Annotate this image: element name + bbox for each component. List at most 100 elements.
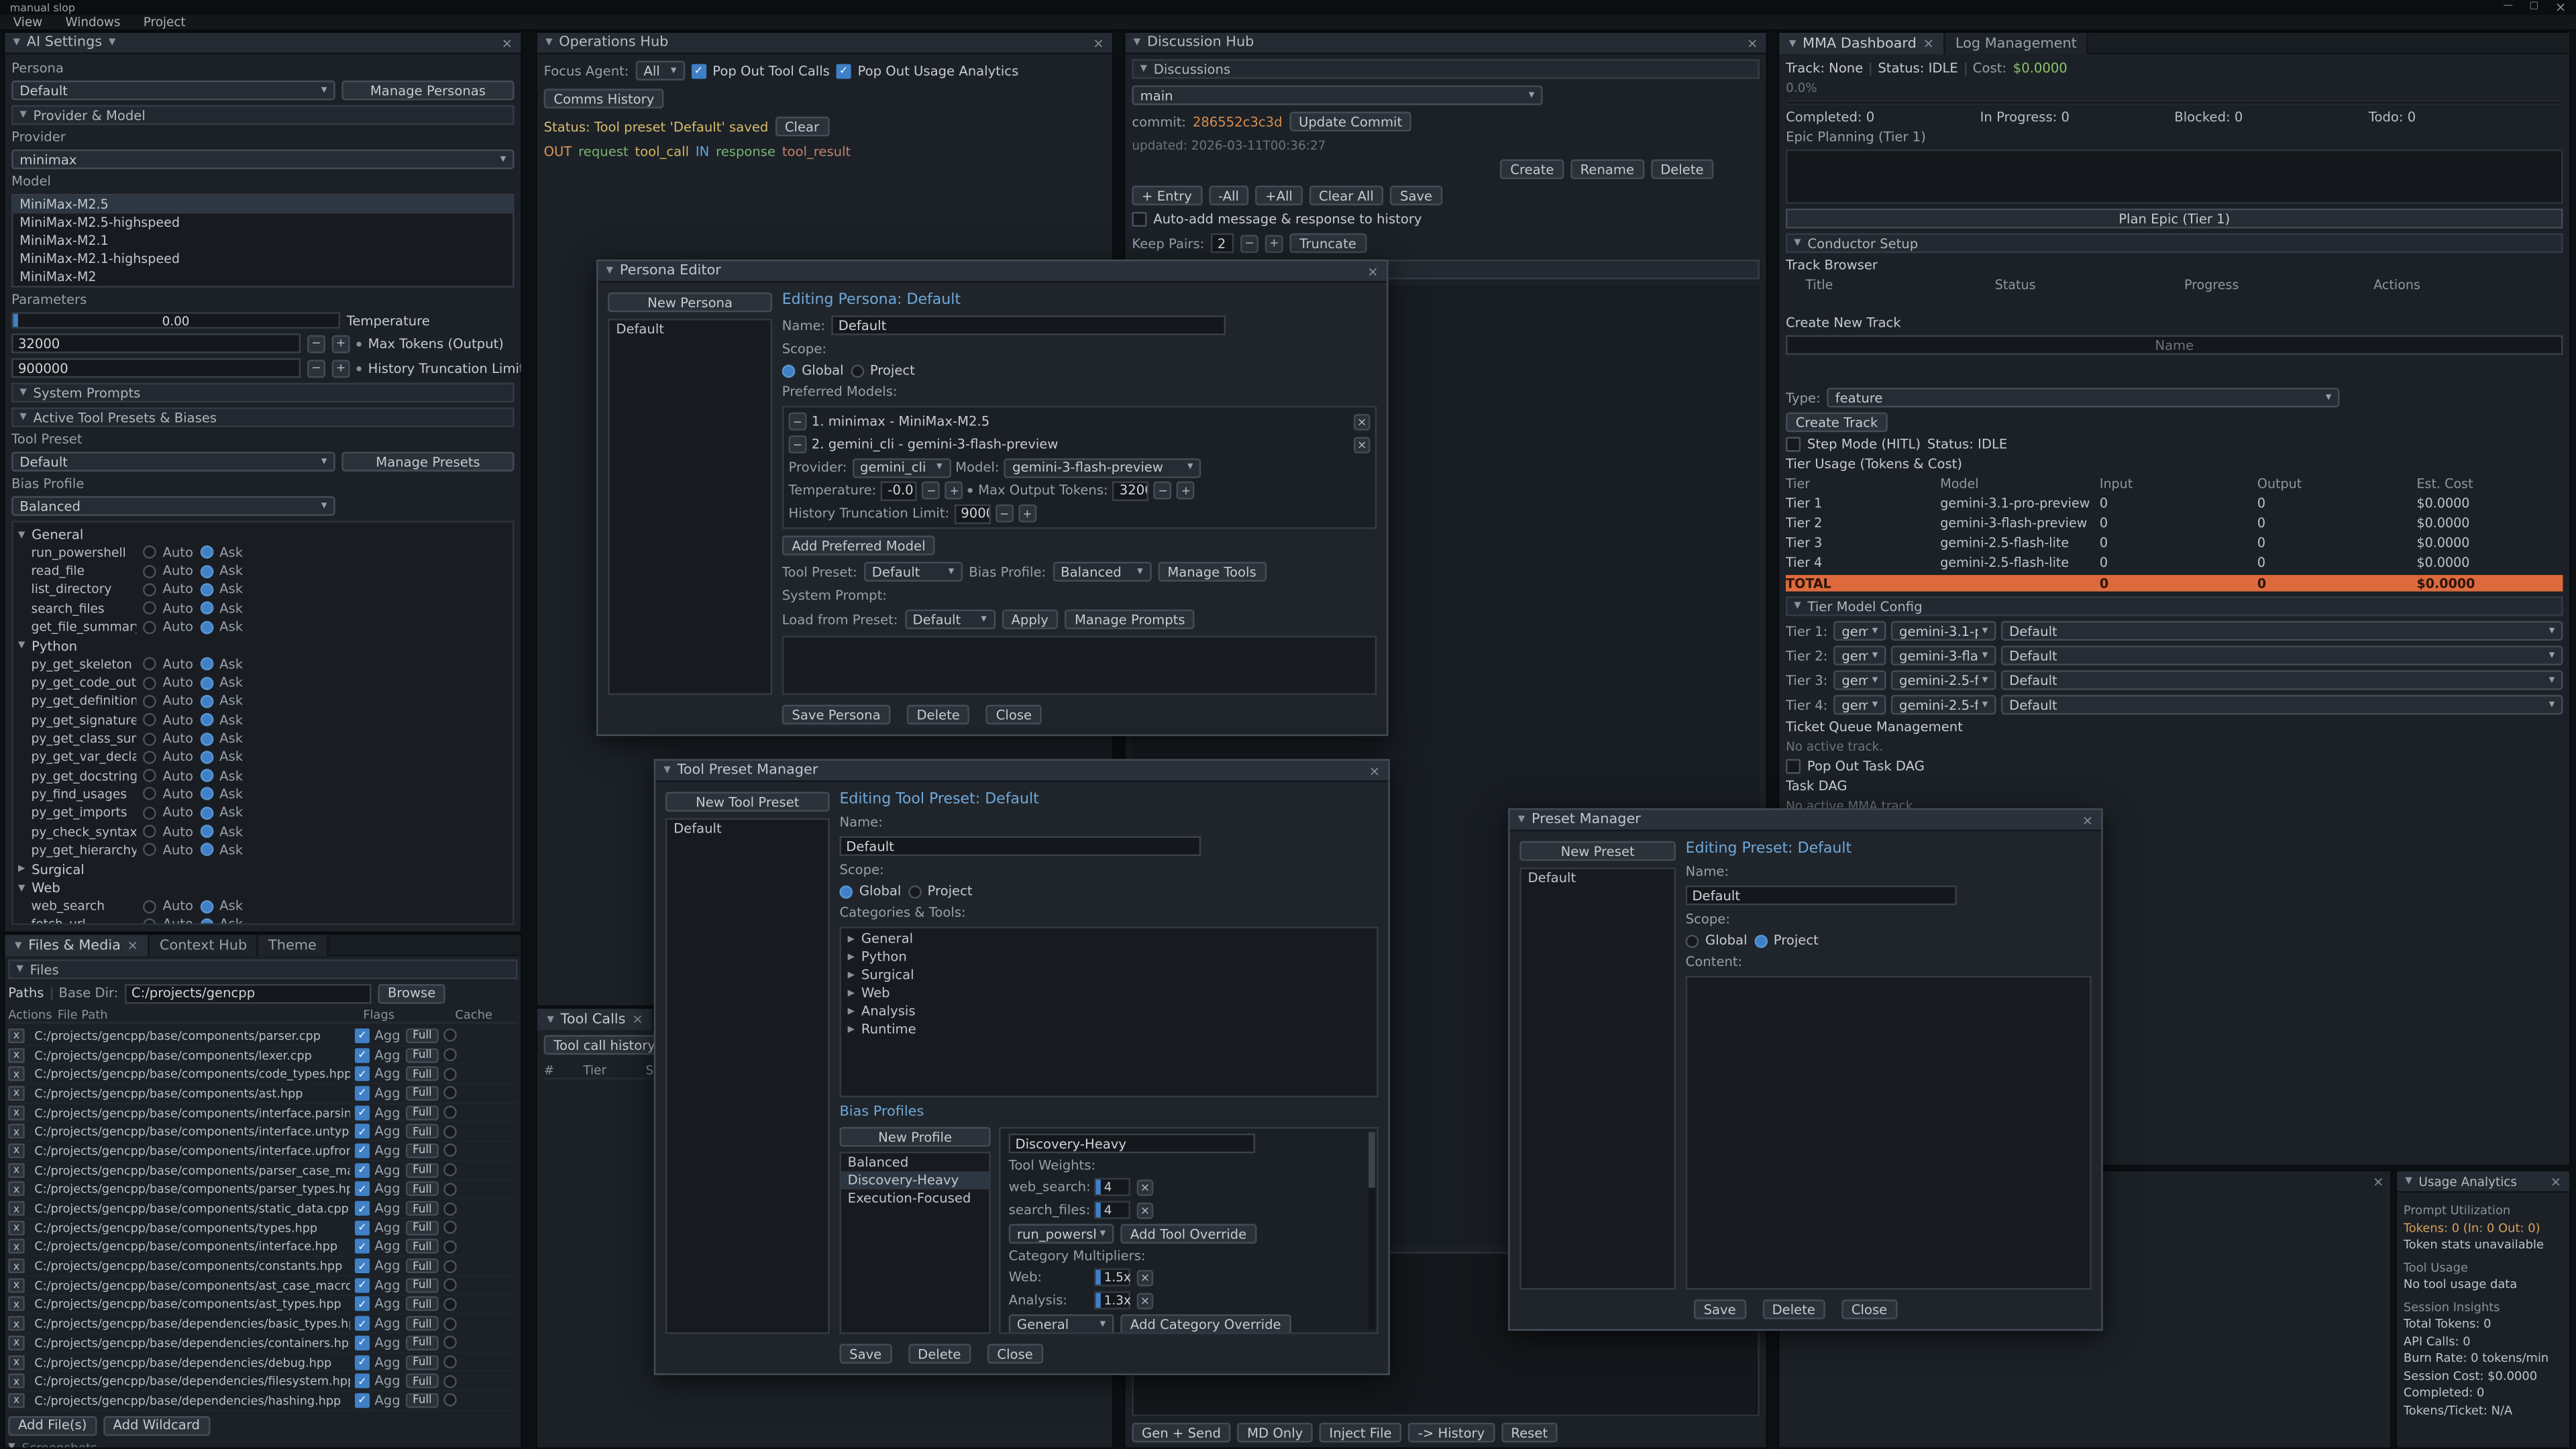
load-preset-select[interactable]: Default: [904, 610, 995, 629]
remove-file-button[interactable]: [8, 1028, 24, 1043]
tab-context-hub[interactable]: Context Hub: [150, 934, 258, 956]
model-list-item[interactable]: MiniMax-M2.1: [13, 231, 513, 250]
collapse-icon[interactable]: [2405, 1176, 2412, 1186]
cache-radio[interactable]: [443, 1163, 457, 1177]
close-panel-icon[interactable]: [502, 36, 513, 50]
provider-model-section[interactable]: Provider & Model: [11, 105, 514, 125]
bias-profile-select[interactable]: Balanced: [1053, 562, 1151, 582]
auto-radio[interactable]: [143, 769, 156, 783]
add-tool-override-button[interactable]: Add Tool Override: [1120, 1224, 1256, 1244]
ask-radio[interactable]: [200, 806, 213, 820]
full-button[interactable]: Full: [406, 1258, 439, 1273]
tool-override-select[interactable]: run_powershell: [1009, 1224, 1114, 1244]
cache-radio[interactable]: [443, 1202, 457, 1216]
max-tokens-input[interactable]: 32000: [11, 333, 301, 353]
ai-settings-header[interactable]: AI Settings: [5, 33, 521, 54]
tier-model-select[interactable]: gemini-3.1-pro-preview: [1891, 621, 1996, 641]
full-button[interactable]: Full: [406, 1316, 439, 1331]
tab-mma-dashboard[interactable]: MMA Dashboard: [1779, 33, 1945, 54]
remove-file-button[interactable]: [8, 1374, 24, 1389]
full-button[interactable]: Full: [406, 1393, 439, 1408]
scrollbar-thumb[interactable]: [1368, 1132, 1375, 1187]
reset-button[interactable]: Reset: [1501, 1423, 1558, 1442]
remove-file-button[interactable]: [8, 1047, 24, 1062]
agg-checkbox[interactable]: [355, 1278, 370, 1293]
conductor-setup-section[interactable]: Conductor Setup: [1786, 233, 2563, 253]
remove-file-button[interactable]: [8, 1124, 24, 1139]
agg-checkbox[interactable]: [355, 1393, 370, 1408]
increment-button[interactable]: [1265, 234, 1283, 252]
minimize-icon[interactable]: [2503, 0, 2513, 15]
auto-radio[interactable]: [143, 658, 156, 672]
ask-radio[interactable]: [200, 658, 213, 672]
category-row[interactable]: Web: [848, 985, 1371, 1001]
truncate-button[interactable]: Truncate: [1290, 233, 1366, 253]
ask-radio[interactable]: [200, 695, 213, 708]
remove-file-button[interactable]: [8, 1240, 24, 1254]
agg-checkbox[interactable]: [355, 1086, 370, 1101]
decrement-button[interactable]: [922, 482, 941, 500]
ask-radio[interactable]: [200, 621, 213, 634]
ask-radio[interactable]: [200, 918, 213, 925]
bias-profile-item[interactable]: Discovery-Heavy: [841, 1171, 989, 1189]
remove-file-button[interactable]: [8, 1086, 24, 1101]
remove-file-button[interactable]: [8, 1105, 24, 1120]
cache-radio[interactable]: [443, 1029, 457, 1042]
browse-button[interactable]: Browse: [378, 983, 445, 1003]
ask-radio[interactable]: [200, 825, 213, 839]
keep-pairs-input[interactable]: 2: [1211, 233, 1234, 253]
ask-radio[interactable]: [200, 769, 213, 783]
ask-radio[interactable]: [200, 676, 213, 690]
remove-file-button[interactable]: [8, 1201, 24, 1216]
tier-model-select[interactable]: gemini-2.5-flash-lite: [1891, 695, 1996, 714]
scope-project-radio[interactable]: [908, 885, 921, 898]
delete-tool-preset-button[interactable]: Delete: [908, 1344, 971, 1363]
auto-radio[interactable]: [143, 751, 156, 764]
full-button[interactable]: Full: [406, 1105, 439, 1120]
cache-radio[interactable]: [443, 1298, 457, 1311]
remove-multiplier-icon[interactable]: [1137, 1292, 1153, 1308]
full-button[interactable]: Full: [406, 1297, 439, 1311]
auto-radio[interactable]: [143, 546, 156, 559]
tier-preset-select[interactable]: Default: [2001, 670, 2563, 690]
model-list-item[interactable]: MiniMax-M2.5-highspeed: [13, 213, 513, 231]
pop-out-tool-calls-checkbox[interactable]: [691, 63, 706, 78]
agg-checkbox[interactable]: [355, 1258, 370, 1273]
save-discussion-button[interactable]: Save: [1390, 186, 1442, 205]
ask-radio[interactable]: [200, 714, 213, 727]
remove-weight-icon[interactable]: [1137, 1201, 1153, 1218]
tool-preset-name-input[interactable]: Default: [839, 837, 1201, 856]
full-button[interactable]: Full: [406, 1278, 439, 1293]
tool-preset-list-item[interactable]: Default: [667, 820, 828, 838]
save-preset-button[interactable]: Save: [1694, 1299, 1746, 1319]
auto-radio[interactable]: [143, 843, 156, 857]
clear-all-button[interactable]: Clear All: [1309, 186, 1383, 205]
auto-radio[interactable]: [143, 806, 156, 820]
manage-presets-button[interactable]: Manage Presets: [341, 451, 514, 471]
remove-file-button[interactable]: [8, 1393, 24, 1408]
model-select[interactable]: gemini-3-flash-preview: [1004, 458, 1201, 477]
close-dialog-icon[interactable]: [1367, 264, 1378, 278]
scope-global-radio[interactable]: [1686, 934, 1699, 947]
close-button[interactable]: Close: [987, 1344, 1043, 1363]
tier-model-config-section[interactable]: Tier Model Config: [1786, 596, 2563, 616]
tool-preset-manager-header[interactable]: Tool Preset Manager: [655, 761, 1388, 782]
delete-discussion-button[interactable]: Delete: [1651, 160, 1714, 179]
agg-checkbox[interactable]: [355, 1143, 370, 1158]
temperature-input[interactable]: -0.0: [881, 480, 918, 500]
persona-editor-header[interactable]: Persona Editor: [598, 261, 1387, 282]
auto-radio[interactable]: [143, 565, 156, 578]
remove-file-button[interactable]: [8, 1143, 24, 1158]
history-limit-input[interactable]: 900000: [954, 504, 990, 523]
remove-file-button[interactable]: [8, 1316, 24, 1331]
full-button[interactable]: Full: [406, 1047, 439, 1062]
new-profile-button[interactable]: New Profile: [839, 1127, 990, 1146]
chevron-down-icon[interactable]: [109, 38, 115, 48]
agg-checkbox[interactable]: [355, 1220, 370, 1235]
rename-discussion-button[interactable]: Rename: [1570, 160, 1644, 179]
ask-radio[interactable]: [200, 788, 213, 801]
close-panel-icon[interactable]: [2551, 1174, 2561, 1189]
full-button[interactable]: Full: [406, 1067, 439, 1081]
clear-status-button[interactable]: Clear: [775, 117, 829, 136]
ask-radio[interactable]: [200, 843, 213, 857]
